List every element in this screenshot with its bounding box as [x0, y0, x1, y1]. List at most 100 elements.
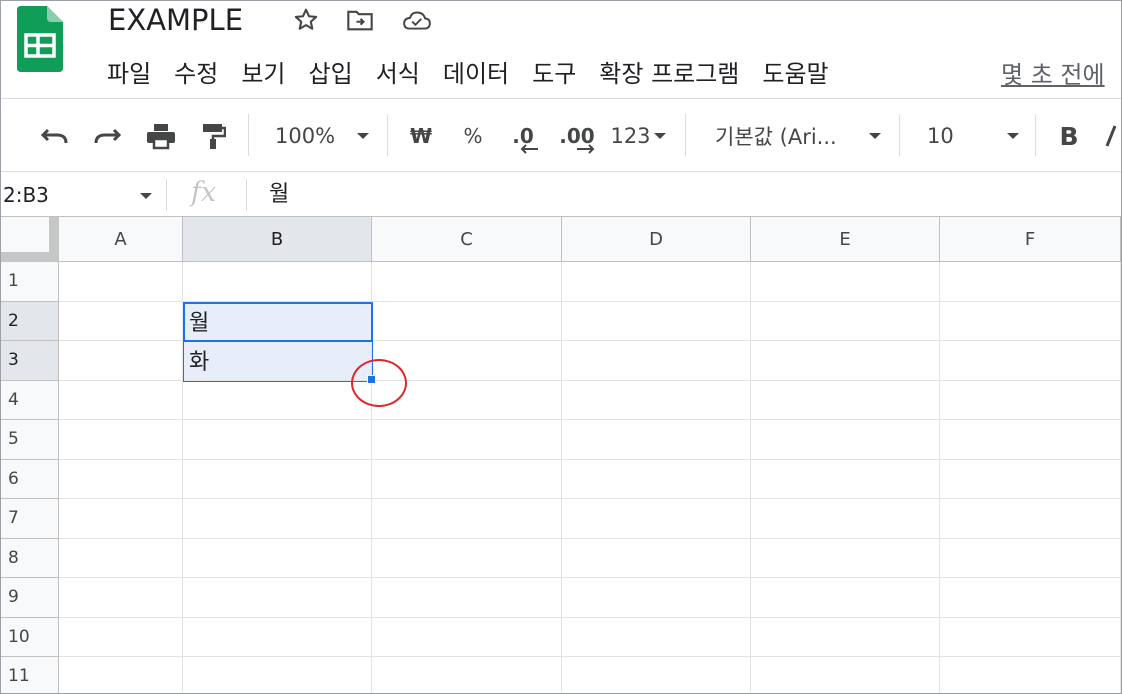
- cell-d7[interactable]: [562, 499, 751, 539]
- cell-e3[interactable]: [751, 341, 940, 381]
- cell-e1[interactable]: [751, 262, 940, 302]
- cell-f11[interactable]: [940, 657, 1121, 693]
- cell-b4[interactable]: [183, 380, 372, 420]
- more-formats-dropdown[interactable]: 123: [607, 100, 669, 172]
- cell-b6[interactable]: [183, 459, 372, 499]
- row-header-6[interactable]: 6: [1, 459, 59, 499]
- cell-d11[interactable]: [562, 657, 751, 693]
- cell-b2[interactable]: 월: [183, 301, 372, 341]
- name-box[interactable]: 2:B3: [3, 173, 49, 217]
- fill-handle[interactable]: [367, 374, 376, 384]
- cell-e8[interactable]: [751, 538, 940, 578]
- cell-b8[interactable]: [183, 538, 372, 578]
- row-header-1[interactable]: 1: [1, 262, 59, 302]
- column-header-c[interactable]: C: [372, 217, 562, 262]
- menu-view[interactable]: 보기: [241, 54, 285, 89]
- cell-d10[interactable]: [562, 617, 751, 657]
- cell-a7[interactable]: [59, 499, 183, 539]
- menu-format[interactable]: 서식: [376, 54, 420, 89]
- last-edit-link[interactable]: 몇 초 전에: [1001, 55, 1105, 90]
- cell-a6[interactable]: [59, 459, 183, 499]
- cell-a4[interactable]: [59, 380, 183, 420]
- row-header-10[interactable]: 10: [1, 617, 59, 657]
- cell-c1[interactable]: [372, 262, 562, 302]
- cell-d4[interactable]: [562, 380, 751, 420]
- column-header-f[interactable]: F: [940, 217, 1121, 262]
- menu-insert[interactable]: 삽입: [309, 54, 353, 89]
- cloud-saved-icon[interactable]: [402, 6, 432, 34]
- column-header-a[interactable]: A: [59, 217, 183, 262]
- currency-format-button[interactable]: ₩: [403, 100, 439, 172]
- row-header-5[interactable]: 5: [1, 420, 59, 460]
- cell-e5[interactable]: [751, 420, 940, 460]
- font-size-dropdown[interactable]: 10: [913, 100, 1023, 172]
- cell-a10[interactable]: [59, 617, 183, 657]
- row-header-8[interactable]: 8: [1, 538, 59, 578]
- cell-d6[interactable]: [562, 459, 751, 499]
- cell-a8[interactable]: [59, 538, 183, 578]
- cell-b5[interactable]: [183, 420, 372, 460]
- google-sheets-logo[interactable]: [17, 6, 63, 72]
- cell-f7[interactable]: [940, 499, 1121, 539]
- row-header-3[interactable]: 3: [1, 341, 59, 381]
- cell-a2[interactable]: [59, 301, 183, 341]
- cell-b1[interactable]: [183, 262, 372, 302]
- cell-f2[interactable]: [940, 301, 1121, 341]
- cell-a3[interactable]: [59, 341, 183, 381]
- italic-button[interactable]: [1101, 100, 1121, 172]
- cell-e11[interactable]: [751, 657, 940, 693]
- menu-extensions[interactable]: 확장 프로그램: [599, 54, 739, 89]
- cell-c11[interactable]: [372, 657, 562, 693]
- row-header-9[interactable]: 9: [1, 578, 59, 618]
- cell-c4[interactable]: [372, 380, 562, 420]
- undo-icon[interactable]: [37, 100, 73, 172]
- bold-button[interactable]: B: [1051, 100, 1087, 172]
- row-header-4[interactable]: 4: [1, 380, 59, 420]
- cell-d2[interactable]: [562, 301, 751, 341]
- row-header-11[interactable]: 11: [1, 657, 59, 693]
- cell-c6[interactable]: [372, 459, 562, 499]
- star-icon[interactable]: [291, 6, 321, 34]
- cell-f9[interactable]: [940, 578, 1121, 618]
- row-header-2[interactable]: 2: [1, 301, 59, 341]
- cell-b10[interactable]: [183, 617, 372, 657]
- cell-c5[interactable]: [372, 420, 562, 460]
- cell-c2[interactable]: [372, 301, 562, 341]
- cell-b11[interactable]: [183, 657, 372, 693]
- paint-format-icon[interactable]: [195, 100, 231, 172]
- cell-e7[interactable]: [751, 499, 940, 539]
- cell-b9[interactable]: [183, 578, 372, 618]
- cell-a5[interactable]: [59, 420, 183, 460]
- menu-edit[interactable]: 수정: [174, 54, 218, 89]
- cell-d9[interactable]: [562, 578, 751, 618]
- cell-f5[interactable]: [940, 420, 1121, 460]
- frozen-row-handle[interactable]: [1, 252, 59, 262]
- cell-e9[interactable]: [751, 578, 940, 618]
- cell-a1[interactable]: [59, 262, 183, 302]
- cell-e2[interactable]: [751, 301, 940, 341]
- cell-c10[interactable]: [372, 617, 562, 657]
- cell-e10[interactable]: [751, 617, 940, 657]
- formula-input[interactable]: 월: [269, 173, 289, 217]
- cell-d3[interactable]: [562, 341, 751, 381]
- row-header-7[interactable]: 7: [1, 499, 59, 539]
- redo-icon[interactable]: [89, 100, 125, 172]
- percent-format-button[interactable]: %: [455, 100, 491, 172]
- cell-f6[interactable]: [940, 459, 1121, 499]
- cell-e6[interactable]: [751, 459, 940, 499]
- cell-c3[interactable]: [372, 341, 562, 381]
- document-title[interactable]: EXAMPLE: [108, 3, 243, 37]
- menu-help[interactable]: 도움말: [762, 54, 828, 89]
- cell-f4[interactable]: [940, 380, 1121, 420]
- decrease-decimal-button[interactable]: .0: [501, 100, 545, 172]
- menu-data[interactable]: 데이터: [443, 54, 509, 89]
- column-header-d[interactable]: D: [562, 217, 751, 262]
- cell-f8[interactable]: [940, 538, 1121, 578]
- cell-b7[interactable]: [183, 499, 372, 539]
- cell-f10[interactable]: [940, 617, 1121, 657]
- increase-decimal-button[interactable]: .00: [553, 100, 601, 172]
- menu-tools[interactable]: 도구: [532, 54, 576, 89]
- cell-d8[interactable]: [562, 538, 751, 578]
- font-family-dropdown[interactable]: 기본값 (Ari...: [701, 100, 889, 172]
- cell-b3[interactable]: 화: [183, 341, 372, 381]
